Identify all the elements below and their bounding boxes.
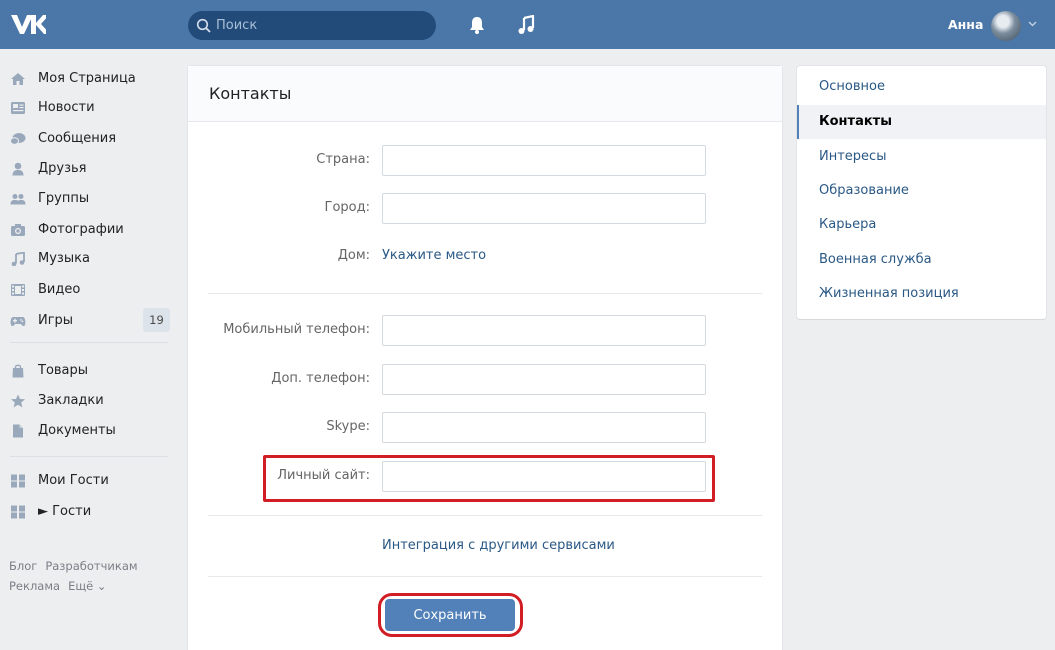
sidebar-item-bookmarks[interactable]: Закладки <box>0 387 180 415</box>
specify-place-link[interactable]: Укажите место <box>382 248 486 263</box>
sidebar-item-news[interactable]: Новости <box>0 94 180 122</box>
menu-item-interests[interactable]: Интересы <box>797 140 1046 174</box>
sidebar-item-label: Друзья <box>38 161 87 176</box>
camera-icon <box>11 224 25 236</box>
sidebar-item-video[interactable]: Видео <box>0 276 180 304</box>
sidebar-item-games[interactable]: Игры 19 <box>0 307 180 335</box>
menu-item-label: Интересы <box>819 149 887 164</box>
contacts-panel: Контакты Страна: Город: Дом: Укажите мес… <box>188 66 782 650</box>
menu-item-label: Жизненная позиция <box>819 286 959 301</box>
sidebar-item-label: Фотографии <box>38 222 124 237</box>
video-icon <box>11 284 25 296</box>
sidebar-item-photos[interactable]: Фотографии <box>0 216 180 244</box>
sidebar-item-label: Музыка <box>38 251 90 266</box>
sidebar-item-label: Мои Гости <box>38 473 109 488</box>
search-box[interactable] <box>188 11 436 40</box>
sidebar-item-guests[interactable]: ► Гости <box>0 498 180 526</box>
menu-item-contacts[interactable]: Контакты <box>797 105 1046 139</box>
music-icon <box>11 252 25 266</box>
app-grid-icon <box>11 505 25 519</box>
friend-icon <box>12 162 24 176</box>
menu-item-basic[interactable]: Основное <box>797 70 1046 104</box>
extra-phone-label: Доп. телефон: <box>271 371 370 386</box>
section-divider <box>208 293 762 294</box>
sidebar-item-music[interactable]: Музыка <box>0 245 180 273</box>
star-icon <box>11 394 25 408</box>
menu-item-label: Контакты <box>819 114 892 129</box>
page-title: Контакты <box>209 84 292 103</box>
section-divider <box>208 515 762 516</box>
country-label: Страна: <box>316 152 370 167</box>
panel-header: Контакты <box>188 66 782 122</box>
chevron-down-icon[interactable] <box>1028 21 1037 27</box>
personal-site-highlight <box>263 455 715 502</box>
skype-label: Skype: <box>326 419 370 434</box>
gamepad-icon <box>10 317 26 327</box>
sidebar-item-label: ► Гости <box>38 504 92 519</box>
integration-link[interactable]: Интеграция с другими сервисами <box>382 538 615 553</box>
home-icon <box>11 73 25 85</box>
footer-link-ads[interactable]: Реклама <box>9 579 60 593</box>
sidebar-item-goods[interactable]: Товары <box>0 357 180 385</box>
extra-phone-field[interactable] <box>382 364 706 395</box>
user-name[interactable]: Анна <box>948 17 983 32</box>
sidebar-divider <box>10 456 168 457</box>
sidebar-item-my-page[interactable]: Моя Страница <box>0 65 180 93</box>
footer-link-blog[interactable]: Блог <box>9 559 37 573</box>
games-count-badge: 19 <box>143 308 170 332</box>
sidebar-footer-links: Блог Разработчикам <box>9 559 146 573</box>
sidebar-item-groups[interactable]: Группы <box>0 185 180 213</box>
sidebar-item-label: Моя Страница <box>38 71 136 86</box>
menu-item-label: Основное <box>819 79 885 94</box>
sidebar-divider <box>10 342 168 343</box>
city-label: Город: <box>324 200 370 215</box>
menu-item-military[interactable]: Военная служба <box>797 243 1046 277</box>
skype-field[interactable] <box>382 412 706 443</box>
footer-link-more[interactable]: Ещё ⌄ <box>68 579 106 593</box>
menu-item-label: Карьера <box>819 217 877 232</box>
mobile-phone-field[interactable] <box>382 315 706 346</box>
avatar[interactable] <box>991 11 1021 41</box>
menu-item-label: Образование <box>819 183 909 198</box>
news-icon <box>11 102 25 114</box>
save-button[interactable]: Сохранить <box>385 599 515 631</box>
menu-item-career[interactable]: Карьера <box>797 208 1046 242</box>
sidebar-item-label: Игры <box>38 313 74 328</box>
groups-icon <box>10 194 26 205</box>
bell-icon[interactable] <box>468 15 486 35</box>
sidebar-item-label: Товары <box>38 363 89 378</box>
top-header: Анна <box>0 0 1055 49</box>
home-label: Дом: <box>337 248 370 263</box>
country-field[interactable] <box>382 145 706 176</box>
sidebar-footer-links: Реклама Ещё ⌄ <box>9 579 115 593</box>
sidebar-item-documents[interactable]: Документы <box>0 417 180 445</box>
section-divider <box>208 576 762 577</box>
vk-logo-icon[interactable] <box>10 12 46 36</box>
bag-icon <box>12 364 24 378</box>
mobile-phone-label: Мобильный телефон: <box>223 322 370 337</box>
sidebar-item-label: Группы <box>38 191 90 206</box>
city-field[interactable] <box>382 193 706 224</box>
sidebar-item-label: Документы <box>38 423 116 438</box>
menu-item-label: Военная служба <box>819 252 932 267</box>
sidebar-item-messages[interactable]: Сообщения <box>0 125 180 153</box>
menu-item-education[interactable]: Образование <box>797 174 1046 208</box>
sidebar-item-label: Видео <box>38 282 81 297</box>
search-input[interactable] <box>216 11 431 40</box>
settings-menu: Основное Контакты Интересы Образование К… <box>797 66 1046 319</box>
sidebar-item-friends[interactable]: Друзья <box>0 155 180 183</box>
sidebar-item-label: Новости <box>38 100 95 115</box>
music-note-icon[interactable] <box>517 15 535 35</box>
menu-item-life-position[interactable]: Жизненная позиция <box>797 277 1046 311</box>
app-grid-icon <box>11 474 25 488</box>
document-icon <box>13 424 23 438</box>
sidebar-item-label: Сообщения <box>38 131 117 146</box>
search-icon <box>196 18 211 33</box>
footer-link-developers[interactable]: Разработчикам <box>45 559 137 573</box>
messages-icon <box>10 133 26 145</box>
sidebar-item-label: Закладки <box>38 393 104 408</box>
sidebar-item-my-guests[interactable]: Мои Гости <box>0 467 180 495</box>
